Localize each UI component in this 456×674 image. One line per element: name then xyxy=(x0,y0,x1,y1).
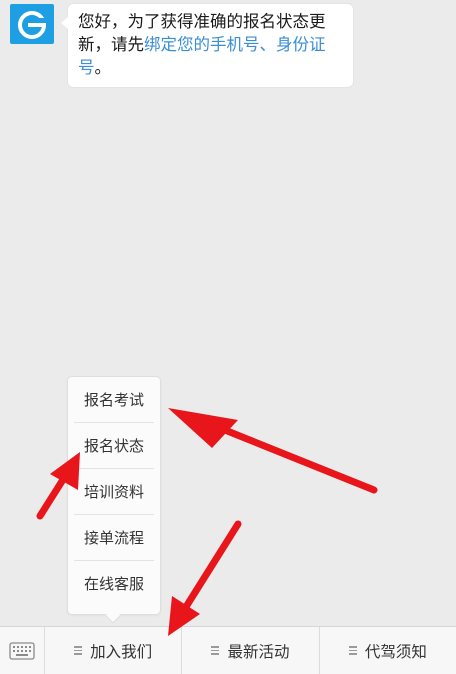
tab-latest-events[interactable]: 最新活动 xyxy=(182,627,320,674)
menu-item-register-exam[interactable]: 报名考试 xyxy=(74,377,154,423)
e-logo-icon xyxy=(18,11,47,39)
avatar[interactable] xyxy=(10,4,54,44)
tab-driving-notice[interactable]: 代驾须知 xyxy=(320,627,456,674)
chat-message-bubble: 您好，为了获得准确的报名状态更新，请先绑定您的手机号、身份证号。 xyxy=(61,4,353,87)
tab-label: 代驾须知 xyxy=(364,642,427,661)
menu-lines-icon xyxy=(348,644,357,656)
menu-lines-icon xyxy=(74,644,83,656)
tab-label: 最新活动 xyxy=(227,642,290,661)
arrow-to-status xyxy=(36,474,68,520)
keyboard-toggle-button[interactable] xyxy=(0,627,45,674)
menu-item-training-materials[interactable]: 培训资料 xyxy=(74,469,154,515)
menu-lines-icon xyxy=(211,644,220,656)
tab-join-us[interactable]: 加入我们 xyxy=(45,627,183,674)
arrow-head-register-exam xyxy=(168,408,238,448)
tab-label: 加入我们 xyxy=(90,642,153,661)
message-end: 。 xyxy=(94,58,112,77)
popup-menu: 报名考试 报名状态 培训资料 接单流程 在线客服 xyxy=(68,377,160,614)
arrow-to-register-exam xyxy=(196,416,378,494)
menu-item-registration-status[interactable]: 报名状态 xyxy=(74,423,154,469)
menu-item-online-service[interactable]: 在线客服 xyxy=(74,561,154,607)
keyboard-icon xyxy=(9,641,35,660)
bottom-menu-bar: 加入我们 最新活动 代驾须知 xyxy=(0,626,456,674)
arrow-to-join-us xyxy=(180,520,242,614)
menu-item-order-process[interactable]: 接单流程 xyxy=(74,515,154,561)
